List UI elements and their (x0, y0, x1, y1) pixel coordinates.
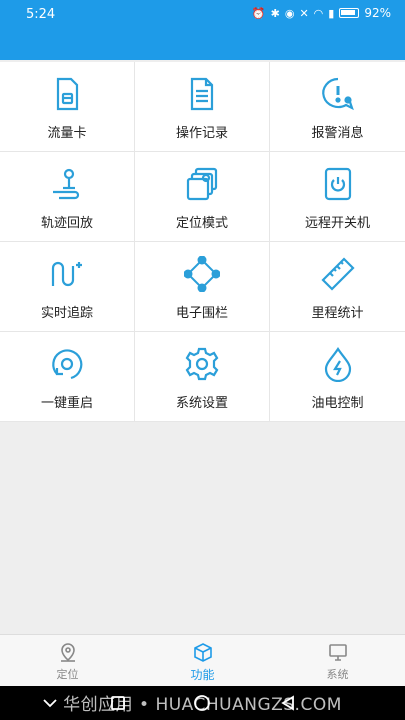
tab-functions[interactable]: 功能 (135, 635, 270, 686)
grid-item-geo-fence[interactable]: 电子围栏 (135, 242, 270, 332)
signal-icon: ▮ (328, 6, 335, 20)
bluetooth-icon: ✱ (270, 6, 280, 20)
location-icon (60, 643, 75, 662)
fuel-power-icon (324, 347, 351, 382)
tab-label: 功能 (190, 668, 215, 682)
location-status-icon: ◉ (284, 6, 295, 20)
grid-item-restart[interactable]: 一键重启 (0, 332, 135, 422)
ruler-icon (320, 257, 355, 291)
battery-percent: 92% (364, 6, 391, 20)
grid-item-label: 系统设置 (175, 396, 228, 411)
tab-system[interactable]: 系统 (270, 635, 405, 686)
alarm-icon: ⏰ (251, 6, 266, 20)
route-pin-icon (53, 168, 80, 200)
grid-item-remote-power[interactable]: 远程开关机 (270, 152, 405, 242)
tab-label: 定位 (56, 668, 79, 681)
grid-item-system-settings[interactable]: 系统设置 (135, 332, 270, 422)
location-mode-icon (186, 167, 218, 201)
grid-item-label: 一键重启 (40, 396, 93, 411)
grid-item-label: 流量卡 (47, 126, 87, 141)
fence-icon (184, 256, 220, 292)
tracking-path-icon (51, 261, 82, 287)
grid-item-fuel-power-control[interactable]: 油电控制 (270, 332, 405, 422)
document-icon (190, 77, 214, 111)
battery-icon (339, 8, 360, 18)
grid-item-label: 电子围栏 (175, 306, 228, 321)
grid-item-label: 实时追踪 (40, 306, 93, 321)
grid-item-label: 油电控制 (311, 396, 364, 411)
function-grid: 流量卡 操作记录 报警消息 轨迹回放 定位模式 远程开关机 实时追踪 电子围栏 … (0, 62, 405, 422)
monitor-icon (328, 644, 347, 661)
grid-item-mileage-stats[interactable]: 里程统计 (270, 242, 405, 332)
grid-item-sim-card[interactable]: 流量卡 (0, 62, 135, 152)
grid-item-label: 报警消息 (311, 126, 364, 141)
grid-item-alarm-message[interactable]: 报警消息 (270, 62, 405, 152)
tab-label: 系统 (326, 668, 349, 681)
grid-item-label: 定位模式 (175, 216, 228, 231)
box-icon (193, 643, 212, 662)
restart-icon (52, 349, 83, 380)
watermark: 华创应用 • HUACHUANGZS.COM (63, 695, 342, 715)
alarm-message-icon (321, 77, 354, 111)
grid-item-operation-log[interactable]: 操作记录 (135, 62, 270, 152)
grid-item-label: 远程开关机 (304, 216, 370, 231)
gear-icon (185, 347, 219, 381)
status-bar: 5:24 ⏰ ✱ ◉ ✕ ◠ ▮ 92% (0, 0, 405, 60)
grid-item-label: 轨迹回放 (40, 216, 93, 231)
grid-item-realtime-tracking[interactable]: 实时追踪 (0, 242, 135, 332)
mute-icon: ✕ (299, 6, 309, 20)
tab-location[interactable]: 定位 (0, 635, 135, 686)
bottom-tab-bar: 定位 功能 系统 (0, 634, 405, 686)
wifi-icon: ◠ (313, 6, 324, 20)
status-time: 5:24 (26, 7, 56, 22)
power-icon (324, 167, 351, 201)
grid-item-track-playback[interactable]: 轨迹回放 (0, 152, 135, 242)
grid-item-label: 里程统计 (311, 306, 364, 321)
sim-card-icon (56, 77, 79, 111)
grid-item-location-mode[interactable]: 定位模式 (135, 152, 270, 242)
status-icons: ⏰ ✱ ◉ ✕ ◠ ▮ 92% (252, 6, 391, 20)
grid-item-label: 操作记录 (175, 126, 228, 141)
